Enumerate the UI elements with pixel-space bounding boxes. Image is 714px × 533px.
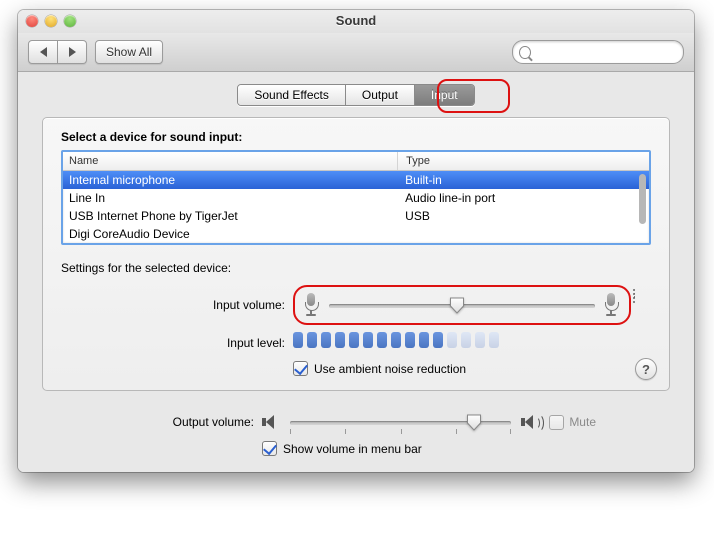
tabs: Sound Effects Output Input: [42, 84, 670, 106]
show-volume-menubar-checkbox[interactable]: Show volume in menu bar: [262, 441, 422, 456]
device-table-header: Name Type: [63, 152, 649, 171]
checkbox-icon: [262, 441, 277, 456]
help-button[interactable]: ?: [635, 358, 657, 380]
input-volume-slider[interactable]: [329, 296, 595, 314]
input-panel: Select a device for sound input: Name Ty…: [42, 117, 670, 391]
annotation-input-volume: [293, 285, 631, 325]
speaker-high-icon: [521, 414, 539, 430]
titlebar: Sound: [18, 10, 694, 33]
select-device-label: Select a device for sound input:: [61, 130, 651, 144]
settings-label: Settings for the selected device:: [61, 261, 651, 275]
toolbar: Show All: [18, 33, 694, 72]
scrollbar[interactable]: [638, 174, 647, 241]
output-volume-slider[interactable]: [290, 413, 511, 431]
device-row[interactable]: Digi CoreAudio Device: [63, 225, 649, 243]
microphone-high-icon: [603, 293, 621, 317]
show-all-button[interactable]: Show All: [95, 40, 163, 64]
ambient-noise-label: Use ambient noise reduction: [314, 362, 466, 376]
device-row[interactable]: Internal microphone Built-in: [63, 171, 649, 189]
output-volume-label: Output volume:: [42, 415, 262, 429]
tab-label: Output: [362, 88, 398, 102]
minimize-icon[interactable]: [45, 15, 57, 27]
window-controls: [26, 15, 76, 27]
close-icon[interactable]: [26, 15, 38, 27]
input-volume-label: Input volume:: [61, 298, 293, 312]
microphone-low-icon: [303, 293, 321, 317]
speaker-low-icon: [262, 414, 280, 430]
tab-input[interactable]: Input: [415, 85, 474, 105]
device-row[interactable]: Line In Audio line-in port: [63, 189, 649, 207]
search-field[interactable]: [512, 40, 684, 64]
tab-label: Sound Effects: [254, 88, 329, 102]
scrollbar-thumb[interactable]: [639, 174, 646, 224]
content-area: Sound Effects Output Input Select a devi…: [18, 72, 694, 407]
input-level-label: Input level:: [61, 336, 293, 350]
forward-button[interactable]: [58, 40, 87, 64]
slider-thumb[interactable]: [466, 414, 481, 431]
input-level-meter: [293, 332, 539, 348]
checkbox-icon: [293, 361, 308, 376]
sound-prefs-window: Sound Show All Sound Effects Output Inpu…: [18, 10, 694, 472]
tab-label: Input: [431, 88, 458, 102]
column-name: Name: [63, 152, 398, 170]
column-type: Type: [398, 155, 649, 167]
nav-segment: [28, 40, 87, 64]
chevron-right-icon: [69, 47, 76, 57]
search-input[interactable]: [535, 44, 677, 60]
window-title: Sound: [336, 13, 376, 28]
tab-sound-effects[interactable]: Sound Effects: [238, 85, 346, 105]
slider-thumb[interactable]: [449, 297, 464, 314]
ambient-noise-checkbox[interactable]: Use ambient noise reduction: [293, 361, 466, 376]
back-button[interactable]: [28, 40, 58, 64]
device-table[interactable]: Name Type Internal microphone Built-in L…: [61, 150, 651, 245]
checkbox-icon: [549, 415, 564, 430]
show-all-label: Show All: [106, 45, 152, 59]
device-row[interactable]: USB Internet Phone by TigerJet USB: [63, 207, 649, 225]
chevron-left-icon: [40, 47, 47, 57]
mute-label: Mute: [569, 415, 596, 429]
show-volume-menubar-label: Show volume in menu bar: [283, 442, 422, 456]
tab-output[interactable]: Output: [346, 85, 415, 105]
search-icon: [519, 46, 531, 59]
zoom-icon[interactable]: [64, 15, 76, 27]
output-volume-area: Output volume: Mute: [18, 407, 694, 472]
mute-checkbox[interactable]: Mute: [549, 415, 596, 430]
